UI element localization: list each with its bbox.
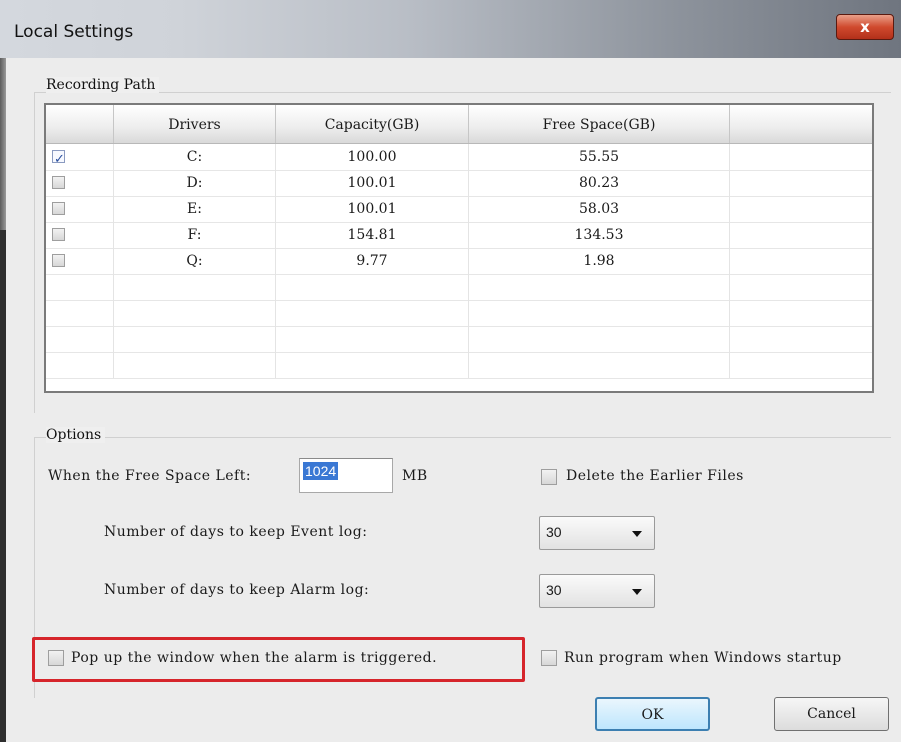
row-checkbox-cell xyxy=(46,248,114,274)
empty-cell xyxy=(46,326,114,352)
empty-cell xyxy=(114,300,276,326)
capacity-cell: 100.00 xyxy=(276,144,469,170)
free-space-cell: 58.03 xyxy=(469,196,730,222)
popup-window-label[interactable]: Pop up the window when the alarm is trig… xyxy=(71,650,437,666)
capacity-cell: 154.81 xyxy=(276,222,469,248)
capacity-cell: 9.77 xyxy=(276,248,469,274)
empty-cell xyxy=(46,300,114,326)
drive-checkbox[interactable] xyxy=(52,176,65,189)
chevron-down-icon xyxy=(632,589,642,595)
table-row-empty xyxy=(46,326,872,353)
row-checkbox-cell xyxy=(46,170,114,196)
empty-cell xyxy=(276,274,469,300)
free-space-label: When the Free Space Left: xyxy=(48,468,252,484)
table-header: Drivers Capacity(GB) Free Space(GB) xyxy=(46,105,872,144)
table-row-empty xyxy=(46,352,872,379)
table-row[interactable]: E: 100.01 58.03 xyxy=(46,196,872,223)
row-checkbox-cell xyxy=(46,222,114,248)
empty-cell xyxy=(114,352,276,378)
event-log-dropdown[interactable]: 30 xyxy=(539,516,655,550)
empty-cell xyxy=(276,352,469,378)
capacity-cell: 100.01 xyxy=(276,196,469,222)
empty-cell xyxy=(46,352,114,378)
column-header-empty xyxy=(730,105,872,143)
event-log-label: Number of days to keep Event log: xyxy=(104,524,368,540)
alarm-log-value: 30 xyxy=(546,582,562,598)
driver-cell: E: xyxy=(114,196,276,222)
close-icon: x xyxy=(860,18,870,36)
popup-window-checkbox[interactable] xyxy=(48,650,64,666)
empty-cell xyxy=(276,300,469,326)
recording-path-label: Recording Path xyxy=(46,77,160,93)
cancel-button[interactable]: Cancel xyxy=(774,697,889,731)
event-log-value: 30 xyxy=(546,524,562,540)
column-header-free-space[interactable]: Free Space(GB) xyxy=(469,105,730,143)
drive-checkbox[interactable] xyxy=(52,202,65,215)
chevron-down-icon xyxy=(632,531,642,537)
window-left-edge-shadow xyxy=(0,230,6,742)
capacity-cell: 100.01 xyxy=(276,170,469,196)
checkbox-column-header[interactable] xyxy=(46,105,114,143)
driver-cell: D: xyxy=(114,170,276,196)
empty-cell xyxy=(469,274,730,300)
free-space-value: 1024 xyxy=(303,462,339,480)
free-space-cell: 1.98 xyxy=(469,248,730,274)
empty-cell xyxy=(114,326,276,352)
alarm-log-label: Number of days to keep Alarm log: xyxy=(104,582,370,598)
driver-cell: C: xyxy=(114,144,276,170)
empty-cell xyxy=(469,326,730,352)
table-row[interactable]: D: 100.01 80.23 xyxy=(46,170,872,197)
empty-cell xyxy=(276,326,469,352)
free-space-cell: 134.53 xyxy=(469,222,730,248)
close-button[interactable]: x xyxy=(836,14,894,40)
drive-checkbox[interactable] xyxy=(52,228,65,241)
run-startup-checkbox[interactable] xyxy=(541,650,557,666)
column-header-capacity[interactable]: Capacity(GB) xyxy=(276,105,469,143)
free-space-cell: 80.23 xyxy=(469,170,730,196)
delete-earlier-label[interactable]: Delete the Earlier Files xyxy=(566,468,744,484)
drive-checkbox[interactable]: ✓ xyxy=(52,150,65,167)
options-label: Options xyxy=(46,427,106,443)
table-row-empty xyxy=(46,300,872,327)
delete-earlier-checkbox[interactable] xyxy=(541,469,557,485)
drivers-table: Drivers Capacity(GB) Free Space(GB) ✓ C:… xyxy=(44,103,874,393)
row-checkbox-cell xyxy=(46,196,114,222)
free-space-cell: 55.55 xyxy=(469,144,730,170)
column-header-drivers[interactable]: Drivers xyxy=(114,105,276,143)
empty-cell xyxy=(469,300,730,326)
table-row-empty xyxy=(46,274,872,301)
table-row[interactable]: ✓ C: 100.00 55.55 xyxy=(46,144,872,171)
driver-cell: Q: xyxy=(114,248,276,274)
alarm-log-dropdown[interactable]: 30 xyxy=(539,574,655,608)
run-startup-label[interactable]: Run program when Windows startup xyxy=(564,650,842,666)
free-space-input[interactable]: 1024 xyxy=(299,458,393,493)
table-row[interactable]: F: 154.81 134.53 xyxy=(46,222,872,249)
empty-cell xyxy=(469,352,730,378)
row-checkbox-cell: ✓ xyxy=(46,144,114,170)
title-bar[interactable]: Local Settings x xyxy=(0,0,901,58)
empty-cell xyxy=(46,274,114,300)
window-title: Local Settings xyxy=(14,22,134,42)
table-row[interactable]: Q: 9.77 1.98 xyxy=(46,248,872,275)
local-settings-dialog: Local Settings x Recording Path Drivers … xyxy=(0,0,901,742)
driver-cell: F: xyxy=(114,222,276,248)
empty-cell xyxy=(114,274,276,300)
drive-checkbox[interactable] xyxy=(52,254,65,267)
ok-button[interactable]: OK xyxy=(595,697,710,731)
free-space-unit: MB xyxy=(402,468,428,484)
